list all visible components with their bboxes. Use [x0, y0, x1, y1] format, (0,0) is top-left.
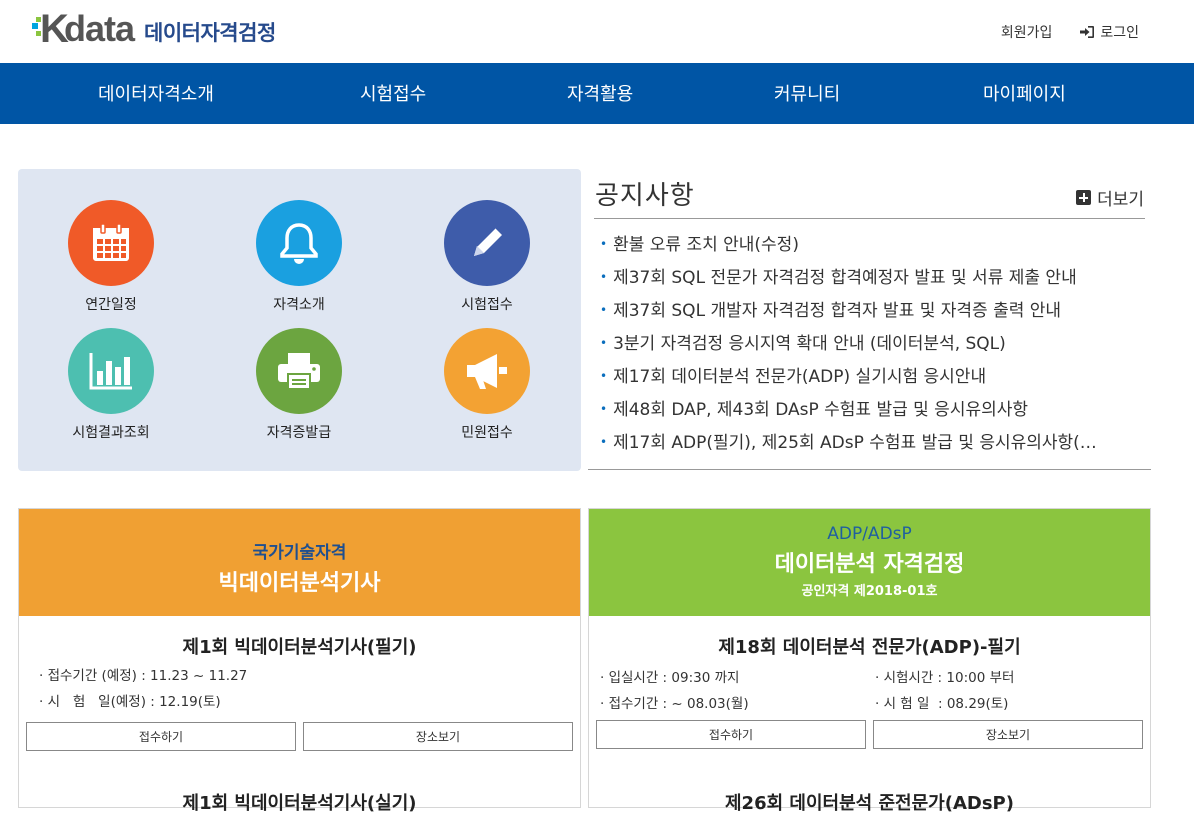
card-header[interactable]: ADP/ADsP 데이터분석 자격검정 공인자격 제2018-01호 — [589, 509, 1150, 616]
site-header: K data 데이터자격검정 회원가입 로그인 — [0, 0, 1194, 63]
card-cert-number: 공인자격 제2018-01호 — [801, 584, 938, 599]
quick-item-label: 민원접수 — [461, 425, 513, 441]
adp-exam-card: ADP/ADsP 데이터분석 자격검정 공인자격 제2018-01호 제18회 … — [588, 508, 1151, 814]
card-title: 데이터분석 자격검정 — [774, 552, 965, 577]
site-logo[interactable]: K data 데이터자격검정 — [32, 7, 276, 51]
notice-item[interactable]: • 제48회 DAP, 제43회 DAsP 수험표 발급 및 응시유의사항 — [600, 396, 1148, 429]
entry-time: · 입실시간 : 09:30 까지 — [600, 670, 740, 686]
notice-list: • 환불 오류 조치 안내(수정) • 제37회 SQL 전문가 자격검정 합격예정… — [600, 231, 1148, 462]
notice-item[interactable]: • 제37회 SQL 개발자 자격검정 합격자 발표 및 자격증 출력 안내 — [600, 297, 1148, 330]
pencil-icon — [444, 200, 530, 286]
quick-item-label: 연간일정 — [85, 297, 137, 313]
quick-item-label: 시험접수 — [461, 297, 513, 313]
nav-item-intro[interactable]: 데이터자격소개 — [98, 80, 214, 106]
notice-item[interactable]: • 3분기 자격검정 응시지역 확대 안내 (데이터분석, SQL) — [600, 330, 1148, 363]
notice-title: 공지사항 — [595, 181, 695, 211]
bar-chart-icon — [68, 328, 154, 414]
apply-button[interactable]: 접수하기 — [26, 722, 296, 751]
main-nav: 데이터자격소개 시험접수 자격활용 커뮤니티 마이페이지 — [0, 63, 1194, 124]
quick-item-intro[interactable]: 자격소개 — [219, 200, 379, 314]
apply-button[interactable]: 접수하기 — [596, 720, 866, 749]
logo-mark-icon: K — [32, 7, 69, 51]
calendar-icon — [68, 200, 154, 286]
place-button[interactable]: 장소보기 — [873, 720, 1143, 749]
bell-icon — [256, 200, 342, 286]
next-exam-title: 제26회 데이터분석 준전문가(ADsP) — [725, 793, 1014, 814]
notice-bottom-divider — [588, 469, 1151, 470]
login-icon — [1080, 26, 1095, 38]
logo-word: data — [64, 8, 135, 49]
quick-item-result[interactable]: 시험결과조회 — [31, 328, 191, 442]
bigdata-exam-card: 국가기술자격 빅데이터분석기사 제1회 빅데이터분석기사(필기) · 접수기간 … — [18, 508, 581, 814]
notice-panel: 공지사항 더보기 • 환불 오류 조치 안내(수정) • 제37회 SQL 전문가 … — [588, 169, 1151, 470]
printer-icon — [256, 328, 342, 414]
notice-item[interactable]: • 환불 오류 조치 안내(수정) — [600, 231, 1148, 264]
place-button[interactable]: 장소보기 — [303, 722, 573, 751]
exam-title: 제1회 빅데이터분석기사(필기) — [182, 637, 417, 658]
megaphone-icon — [444, 328, 530, 414]
quick-menu: 연간일정 자격소개 시험접수 시험결과조회 자격증발급 민원접수 — [18, 169, 581, 471]
nav-item-mypage[interactable]: 마이페이지 — [983, 80, 1066, 106]
logo-k: K — [40, 7, 69, 51]
nav-item-usage[interactable]: 자격활용 — [567, 80, 633, 106]
nav-item-apply[interactable]: 시험접수 — [360, 80, 426, 106]
plus-icon — [1076, 190, 1092, 205]
exam-title: 제18회 데이터분석 전문가(ADP)-필기 — [718, 637, 1021, 658]
apply-period: · 접수기간 (예정) : 11.23 ~ 11.27 — [39, 668, 248, 684]
quick-item-complaint[interactable]: 민원접수 — [407, 328, 567, 442]
notice-item[interactable]: • 제17회 데이터분석 전문가(ADP) 실기시험 응시안내 — [600, 363, 1148, 396]
quick-item-certificate[interactable]: 자격증발급 — [219, 328, 379, 442]
utility-nav: 회원가입 로그인 — [1001, 22, 1139, 42]
card-title: 빅데이터분석기사 — [218, 571, 381, 596]
card-subtitle: ADP/ADsP — [827, 524, 912, 544]
exam-date: · 시 험 일 : 08.29(토) — [875, 696, 1009, 712]
quick-item-label: 자격증발급 — [266, 425, 332, 441]
card-subtitle: 국가기술자격 — [252, 543, 347, 563]
nav-item-community[interactable]: 커뮤니티 — [774, 80, 840, 106]
apply-period: · 접수기간 : ~ 08.03(월) — [600, 696, 749, 712]
exam-time: · 시험시간 : 10:00 부터 — [875, 670, 1015, 686]
notice-divider — [594, 218, 1145, 219]
next-exam-title: 제1회 빅데이터분석기사(실기) — [182, 793, 417, 814]
quick-item-apply[interactable]: 시험접수 — [407, 200, 567, 314]
signup-link[interactable]: 회원가입 — [1001, 22, 1053, 42]
quick-item-label: 시험결과조회 — [72, 425, 150, 441]
quick-item-label: 자격소개 — [273, 297, 325, 313]
exam-date: · 시 험 일(예정) : 12.19(토) — [39, 694, 221, 710]
logo-subtitle: 데이터자격검정 — [144, 21, 276, 45]
notice-item[interactable]: • 제37회 SQL 전문가 자격검정 합격예정자 발표 및 서류 제출 안내 — [600, 264, 1148, 297]
login-link[interactable]: 로그인 — [1080, 22, 1139, 42]
card-header[interactable]: 국가기술자격 빅데이터분석기사 — [19, 509, 580, 616]
quick-item-schedule[interactable]: 연간일정 — [31, 200, 191, 314]
notice-more-link[interactable]: 더보기 — [1076, 185, 1144, 210]
notice-item[interactable]: • 제17회 ADP(필기), 제25회 ADsP 수험표 발급 및 응시유의사항… — [600, 429, 1148, 462]
